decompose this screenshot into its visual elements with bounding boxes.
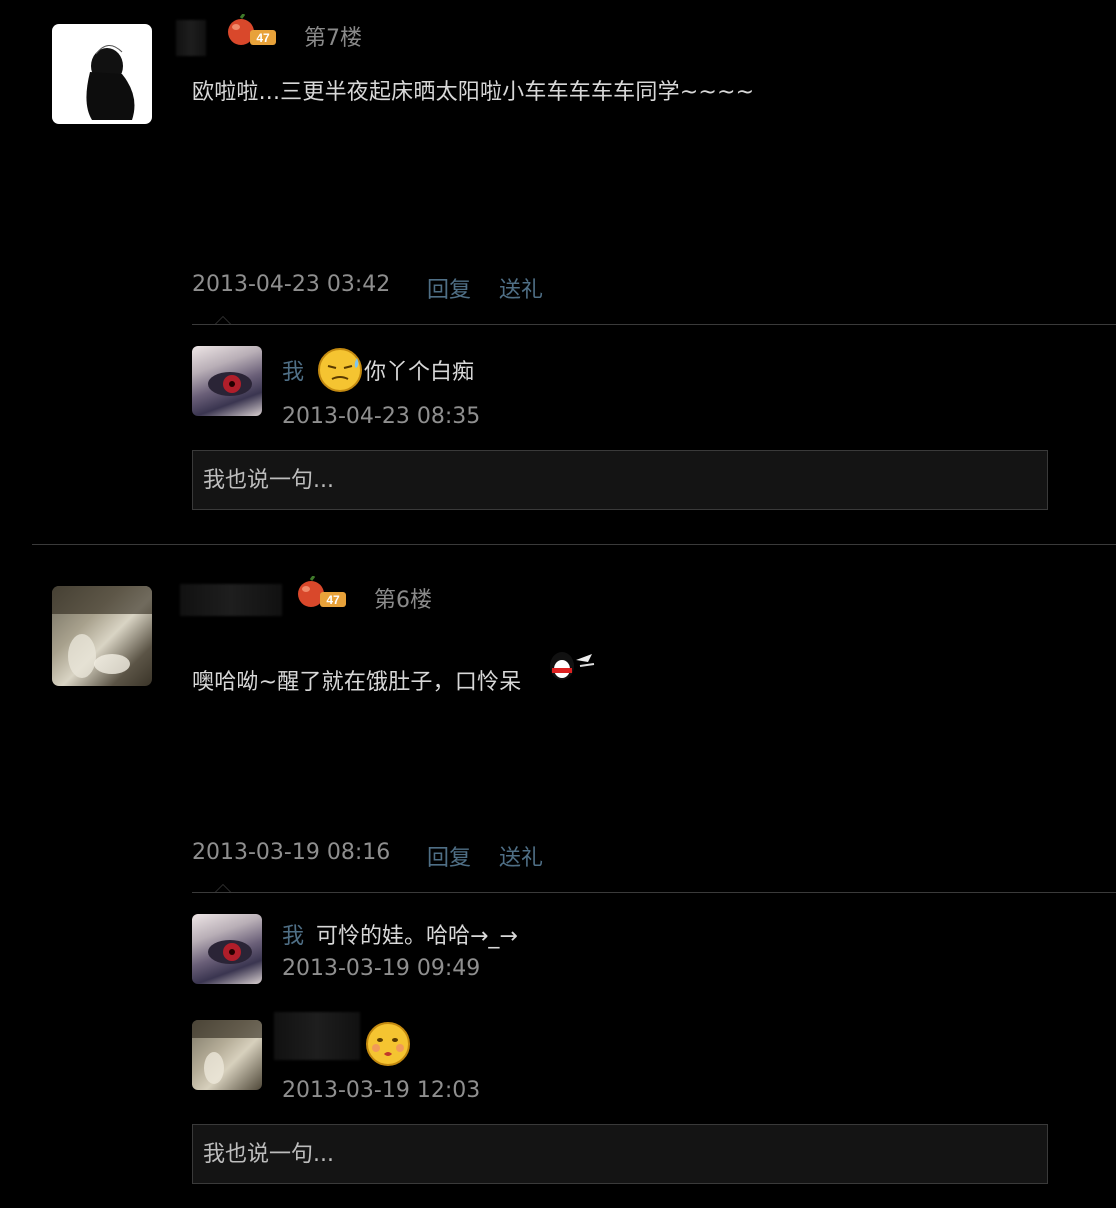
floor-number: 第6楼 bbox=[374, 588, 432, 613]
badge-number: 47 bbox=[326, 593, 340, 607]
avatar-photo-icon bbox=[192, 1020, 262, 1084]
avatar-photo-icon bbox=[52, 586, 152, 678]
reply-author[interactable]: 我 bbox=[282, 918, 304, 950]
avatar-silhouette-icon bbox=[86, 45, 135, 120]
comment-list: 47 第7楼 欧啦啦...三更半夜起床晒太阳啦小车车车车车同学~~~~ 2013… bbox=[0, 0, 1116, 1208]
reply-time: 2013-03-19 09:49 bbox=[282, 956, 481, 981]
badge-number: 47 bbox=[256, 31, 270, 45]
post-time: 2013-03-19 08:16 bbox=[192, 840, 391, 865]
reply-avatar[interactable] bbox=[192, 346, 262, 416]
post-content: 欧啦啦...三更半夜起床晒太阳啦小车车车车车同学~~~~ bbox=[192, 80, 755, 105]
reply-text: 你丫个白痴 bbox=[364, 360, 475, 385]
reply-avatar[interactable] bbox=[192, 1020, 262, 1090]
reply-link[interactable]: 回复 bbox=[427, 272, 471, 304]
username-blurred[interactable] bbox=[274, 1012, 360, 1060]
username-blurred[interactable] bbox=[180, 584, 282, 616]
reply-author[interactable]: 我 bbox=[282, 354, 304, 386]
apple-level-badge: 47 bbox=[298, 576, 346, 607]
reply-divider bbox=[192, 324, 1116, 325]
username-blurred[interactable] bbox=[176, 20, 206, 56]
cold-sweat-face-icon bbox=[318, 348, 362, 392]
reply-divider bbox=[192, 892, 1116, 893]
penguin-emoji-icon bbox=[550, 652, 595, 680]
avatar[interactable] bbox=[52, 586, 152, 686]
post-time: 2013-04-23 03:42 bbox=[192, 272, 391, 297]
reply-time: 2013-03-19 12:03 bbox=[282, 1078, 481, 1103]
gift-link[interactable]: 送礼 bbox=[499, 272, 543, 304]
reply-link[interactable]: 回复 bbox=[427, 840, 471, 872]
caret-up-icon bbox=[215, 884, 231, 892]
eye-avatar-icon bbox=[208, 940, 252, 964]
pouting-face-icon bbox=[366, 1022, 410, 1066]
reply-input[interactable] bbox=[192, 450, 1048, 510]
floor-number: 第7楼 bbox=[304, 26, 362, 51]
apple-level-badge: 47 bbox=[228, 14, 276, 45]
post-divider bbox=[32, 544, 1116, 545]
reply-avatar[interactable] bbox=[192, 914, 262, 984]
eye-avatar-icon bbox=[208, 372, 252, 396]
gift-link[interactable]: 送礼 bbox=[499, 840, 543, 872]
reply-text: 可怜的娃。哈哈→_→ bbox=[316, 924, 518, 949]
reply-input[interactable] bbox=[192, 1124, 1048, 1184]
post-content: 噢哈呦~醒了就在饿肚子，口怜呆 bbox=[192, 670, 522, 695]
reply-time: 2013-04-23 08:35 bbox=[282, 404, 481, 429]
avatar[interactable] bbox=[52, 24, 152, 124]
caret-up-icon bbox=[215, 316, 231, 324]
